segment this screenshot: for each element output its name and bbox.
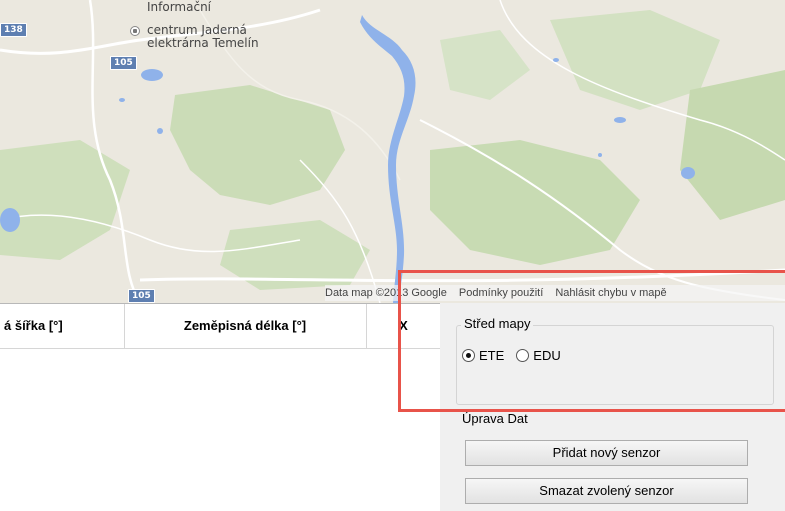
column-header-x[interactable]: X bbox=[367, 304, 440, 348]
map-data-copyright: Data map ©2013 Google bbox=[325, 287, 447, 299]
poi-label-line1: Informační bbox=[147, 0, 212, 14]
map-view[interactable]: 138 105 105 Informační centrum Jaderná e… bbox=[0, 0, 785, 303]
map-center-options: ETE EDU bbox=[462, 348, 573, 363]
data-edit-title: Úprava Dat bbox=[462, 411, 528, 426]
road-shield-105: 105 bbox=[110, 56, 137, 70]
poi-marker-icon[interactable] bbox=[130, 26, 140, 36]
side-panel: Střed mapy ETE EDU Úprava Dat Přidat nov… bbox=[440, 303, 785, 511]
terms-link[interactable]: Podmínky použití bbox=[459, 287, 543, 299]
map-attribution: Data map ©2013 Google Podmínky použití N… bbox=[325, 285, 785, 301]
map-center-title: Střed mapy bbox=[461, 316, 534, 331]
map-center-groupbox bbox=[456, 325, 774, 405]
map-background bbox=[0, 0, 785, 303]
radio-ete[interactable]: ETE bbox=[462, 348, 504, 363]
poi-label-line3: elektrárna Temelín bbox=[147, 36, 259, 50]
radio-edu-label: EDU bbox=[533, 348, 561, 363]
column-header-longitude[interactable]: Zeměpisná délka [°] bbox=[125, 304, 365, 348]
road-shield-105-bottom: 105 bbox=[128, 289, 155, 303]
road-shield-138: 138 bbox=[0, 23, 27, 37]
add-sensor-button[interactable]: Přidat nový senzor bbox=[465, 440, 748, 466]
delete-sensor-button[interactable]: Smazat zvolený senzor bbox=[465, 478, 748, 504]
radio-ete-label: ETE bbox=[479, 348, 505, 363]
radio-edu-indicator[interactable] bbox=[516, 349, 530, 362]
column-header-latitude[interactable]: á šířka [°] bbox=[4, 304, 124, 348]
report-error-link[interactable]: Nahlásit chybu v mapě bbox=[555, 287, 666, 299]
radio-edu[interactable]: EDU bbox=[516, 348, 561, 363]
radio-ete-indicator[interactable] bbox=[462, 349, 475, 362]
sensor-grid-header: á šířka [°] Zeměpisná délka [°] X bbox=[0, 303, 440, 349]
